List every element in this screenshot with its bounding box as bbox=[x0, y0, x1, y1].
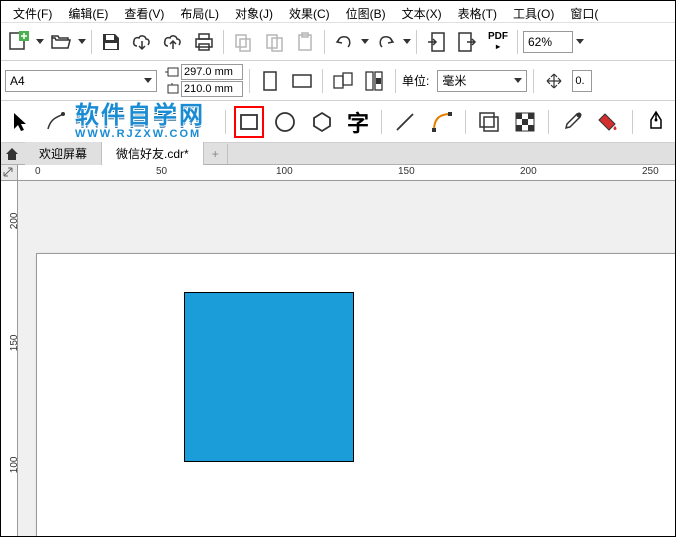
menu-effect[interactable]: 效果(C) bbox=[281, 3, 338, 20]
save-button[interactable] bbox=[97, 28, 125, 56]
pdf-button[interactable]: PDF▸ bbox=[484, 28, 512, 56]
pen-tool[interactable] bbox=[641, 106, 671, 138]
unit-label: 单位: bbox=[402, 72, 429, 89]
open-button[interactable] bbox=[47, 28, 75, 56]
text-tool[interactable]: 字 bbox=[343, 106, 373, 138]
ellipse-tool[interactable] bbox=[270, 106, 300, 138]
menu-file[interactable]: 文件(F) bbox=[5, 3, 60, 20]
new-button[interactable] bbox=[5, 28, 33, 56]
ruler-corner[interactable] bbox=[1, 165, 18, 181]
tab-document[interactable]: 微信好友.cdr* bbox=[102, 142, 204, 165]
rectangle-object[interactable] bbox=[184, 292, 354, 462]
effect-tool[interactable] bbox=[474, 106, 504, 138]
undo-button[interactable] bbox=[330, 28, 358, 56]
curve-tool[interactable] bbox=[426, 106, 456, 138]
separator bbox=[91, 30, 92, 54]
dropdown-icon[interactable] bbox=[36, 39, 44, 45]
transparency-tool[interactable] bbox=[510, 106, 540, 138]
unit-select[interactable]: 毫米 bbox=[437, 70, 527, 92]
separator bbox=[223, 30, 224, 54]
polygon-tool[interactable] bbox=[307, 106, 337, 138]
menu-tools[interactable]: 工具(O) bbox=[505, 3, 562, 20]
pick-tool[interactable] bbox=[5, 106, 35, 138]
menu-bitmap[interactable]: 位图(B) bbox=[338, 3, 394, 20]
tick: 50 bbox=[156, 166, 167, 177]
dropdown-icon[interactable] bbox=[78, 39, 86, 45]
chevron-down-icon bbox=[514, 78, 522, 84]
dimensions bbox=[165, 64, 243, 97]
rectangle-tool[interactable] bbox=[234, 106, 265, 138]
menu-view[interactable]: 查看(V) bbox=[116, 3, 172, 20]
dropdown-icon[interactable] bbox=[361, 39, 369, 45]
line-tool[interactable] bbox=[390, 106, 420, 138]
cloud-download-button[interactable] bbox=[128, 28, 156, 56]
tick: 200 bbox=[520, 166, 537, 177]
separator bbox=[465, 110, 466, 134]
tick: 0 bbox=[35, 166, 41, 177]
separator bbox=[322, 69, 323, 93]
text-icon: 字 bbox=[347, 106, 369, 138]
main-toolbar: PDF▸ bbox=[1, 23, 675, 61]
home-icon[interactable] bbox=[3, 145, 21, 163]
menu-window[interactable]: 窗口( bbox=[562, 3, 606, 20]
import-button[interactable] bbox=[422, 28, 450, 56]
separator bbox=[517, 30, 518, 54]
menu-table[interactable]: 表格(T) bbox=[450, 3, 505, 20]
landscape-button[interactable] bbox=[288, 67, 316, 95]
clipboard-button[interactable] bbox=[291, 28, 319, 56]
tick: 250 bbox=[642, 166, 659, 177]
nudge-stepper[interactable] bbox=[572, 70, 592, 92]
portrait-button[interactable] bbox=[256, 67, 284, 95]
ruler-vertical[interactable]: 200 150 100 bbox=[1, 165, 18, 536]
height-input[interactable] bbox=[181, 81, 243, 97]
separator bbox=[225, 110, 226, 134]
chevron-down-icon bbox=[144, 78, 152, 84]
width-icon bbox=[165, 66, 179, 78]
dropdown-icon[interactable] bbox=[403, 39, 411, 45]
tab-new[interactable]: + bbox=[204, 144, 228, 164]
unit-value: 毫米 bbox=[442, 72, 466, 89]
current-page-button[interactable] bbox=[361, 67, 389, 95]
height-icon bbox=[165, 83, 179, 95]
export-button[interactable] bbox=[453, 28, 481, 56]
menubar: 文件(F) 编辑(E) 查看(V) 布局(L) 对象(J) 效果(C) 位图(B… bbox=[1, 1, 675, 23]
menu-edit[interactable]: 编辑(E) bbox=[60, 3, 116, 20]
ruler-horizontal[interactable]: 0 50 100 150 200 250 bbox=[18, 165, 675, 181]
page-size-value: A4 bbox=[10, 74, 25, 88]
fill-tool[interactable] bbox=[593, 106, 623, 138]
menu-layout[interactable]: 布局(L) bbox=[172, 3, 227, 20]
print-button[interactable] bbox=[190, 28, 218, 56]
separator bbox=[395, 69, 396, 93]
redo-button[interactable] bbox=[372, 28, 400, 56]
tool-toolbar: 字 bbox=[1, 101, 675, 143]
copy-button[interactable] bbox=[229, 28, 257, 56]
cloud-upload-button[interactable] bbox=[159, 28, 187, 56]
separator bbox=[381, 110, 382, 134]
separator bbox=[533, 69, 534, 93]
separator bbox=[416, 30, 417, 54]
property-toolbar: A4 单位: 毫米 bbox=[1, 61, 675, 101]
width-input[interactable] bbox=[181, 64, 243, 80]
menu-object[interactable]: 对象(J) bbox=[227, 3, 281, 20]
page-size-select[interactable]: A4 bbox=[5, 70, 157, 92]
freehand-tool[interactable] bbox=[41, 106, 71, 138]
paste-button[interactable] bbox=[260, 28, 288, 56]
zoom-input[interactable] bbox=[523, 31, 573, 53]
page[interactable] bbox=[36, 253, 675, 536]
separator bbox=[249, 69, 250, 93]
canvas[interactable] bbox=[18, 181, 675, 536]
all-pages-button[interactable] bbox=[329, 67, 357, 95]
separator bbox=[548, 110, 549, 134]
tick: 100 bbox=[276, 166, 293, 177]
tab-welcome[interactable]: 欢迎屏幕 bbox=[25, 142, 102, 165]
separator bbox=[324, 30, 325, 54]
tick: 150 bbox=[398, 166, 415, 177]
eyedropper-tool[interactable] bbox=[557, 106, 587, 138]
tab-bar: 欢迎屏幕 微信好友.cdr* + bbox=[1, 143, 675, 165]
dropdown-icon[interactable] bbox=[576, 39, 584, 45]
separator bbox=[632, 110, 633, 134]
nudge-button[interactable] bbox=[540, 67, 568, 95]
menu-text[interactable]: 文本(X) bbox=[394, 3, 450, 20]
